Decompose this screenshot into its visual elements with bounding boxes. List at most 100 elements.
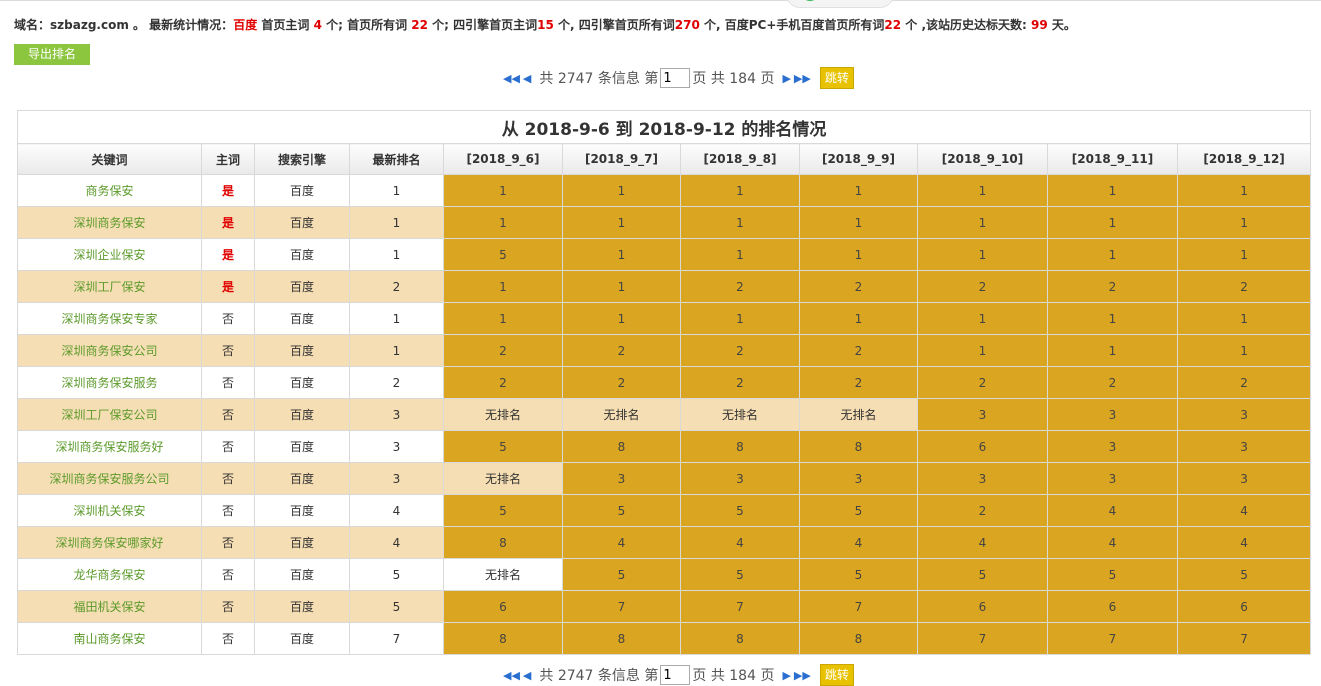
daily-rank-cell: 1 — [917, 238, 1048, 271]
next-page-icon[interactable]: ▶ — [782, 669, 790, 682]
keyword-link[interactable]: 深圳商务保安公司 — [17, 334, 202, 367]
keyword-link[interactable]: 深圳企业保安 — [17, 238, 202, 271]
daily-rank-cell: 5 — [1176, 558, 1312, 591]
ranking-table: 从 2018-9-6 到 2018-9-12 的排名情况 关键词 主词 搜索引擎 最新… — [16, 110, 1312, 655]
latest-rank-cell: 1 — [349, 302, 444, 335]
keyword-link[interactable]: 深圳工厂保安 — [17, 270, 202, 303]
page-number-input[interactable] — [660, 68, 691, 88]
main-keyword-flag: 否 — [201, 526, 255, 559]
keyword-link[interactable]: 深圳商务保安专家 — [17, 302, 202, 335]
main-keyword-flag: 否 — [201, 334, 255, 367]
daily-rank-cell: 2 — [799, 270, 918, 303]
keyword-link[interactable]: 商务保安 — [17, 174, 202, 207]
page-number-input[interactable] — [660, 665, 691, 685]
daily-rank-cell: 2 — [443, 334, 563, 367]
keyword-link[interactable]: 深圳机关保安 — [17, 494, 202, 527]
keyword-link[interactable]: 深圳商务保安服务 — [17, 366, 202, 399]
daily-rank-cell: 2 — [680, 334, 800, 367]
daily-rank-cell: 8 — [562, 622, 681, 655]
daily-rank-cell: 2 — [443, 366, 563, 399]
latest-rank-cell: 3 — [349, 430, 444, 463]
search-engine-cell: 百度 — [254, 174, 350, 207]
keyword-link[interactable]: 龙华商务保安 — [17, 558, 202, 591]
daily-rank-cell: 1 — [680, 174, 800, 207]
first-page-icon[interactable]: ◀◀ — [503, 669, 520, 682]
daily-rank-cell: 1 — [1176, 302, 1312, 335]
prev-page-icon[interactable]: ◀ — [523, 669, 531, 682]
total-pages-text: 页 共 184 页 — [692, 71, 775, 87]
daily-rank-cell: 1 — [1047, 238, 1178, 271]
keyword-link[interactable]: 深圳商务保安服务公司 — [17, 462, 202, 495]
search-engine-cell: 百度 — [254, 206, 350, 239]
pc-mobile-count: 22 — [884, 18, 902, 32]
daily-rank-cell: 2 — [680, 366, 800, 399]
search-engine-cell: 百度 — [254, 622, 350, 655]
daily-rank-cell: 5 — [562, 558, 681, 591]
daily-rank-cell: 5 — [680, 494, 800, 527]
floating-widget[interactable] — [786, 0, 894, 8]
jump-button[interactable]: 跳转 — [819, 67, 854, 89]
daily-rank-cell: 2 — [1176, 366, 1312, 399]
stats-text: 个; 首页所有词 — [321, 18, 412, 32]
latest-rank-cell: 2 — [349, 366, 444, 399]
daily-rank-cell: 1 — [917, 302, 1048, 335]
search-engine-cell: 百度 — [254, 238, 350, 271]
daily-rank-cell: 4 — [1047, 526, 1178, 559]
search-engine-cell: 百度 — [254, 462, 350, 495]
column-header: 主词 — [201, 143, 255, 175]
table-row: 深圳工厂保安是百度 2 1 1 2 2 2 2 2 — [17, 270, 1312, 303]
next-page-icon[interactable]: ▶ — [782, 72, 790, 85]
keyword-link[interactable]: 深圳商务保安哪家好 — [17, 526, 202, 559]
stats-text: 。 最新统计情况： — [128, 18, 234, 32]
daily-rank-cell: 6 — [917, 430, 1048, 463]
search-engine-cell: 百度 — [254, 398, 350, 431]
main-keyword-flag: 否 — [201, 622, 255, 655]
prev-page-icon[interactable]: ◀ — [523, 72, 531, 85]
daily-rank-cell: 2 — [680, 270, 800, 303]
last-page-icon[interactable]: ▶▶ — [794, 72, 811, 85]
daily-rank-cell: 6 — [917, 590, 1048, 623]
daily-rank-cell: 1 — [1176, 206, 1312, 239]
keyword-link[interactable]: 福田机关保安 — [17, 590, 202, 623]
daily-rank-cell: 2 — [799, 366, 918, 399]
column-header: 最新排名 — [349, 143, 444, 175]
main-keyword-flag: 否 — [201, 302, 255, 335]
main-keyword-flag: 是 — [201, 174, 255, 207]
main-keyword-flag: 否 — [201, 558, 255, 591]
stats-text: 个 ,该站历史达标天数: — [901, 18, 1031, 32]
keyword-link[interactable]: 深圳商务保安服务好 — [17, 430, 202, 463]
export-rankings-button[interactable]: 导出排名 — [14, 44, 90, 65]
daily-rank-cell: 6 — [443, 590, 563, 623]
daily-rank-cell: 2 — [917, 366, 1048, 399]
daily-rank-cell: 1 — [917, 174, 1048, 207]
daily-rank-cell: 7 — [562, 590, 681, 623]
main-keyword-flag: 是 — [201, 270, 255, 303]
keyword-link[interactable]: 深圳工厂保安公司 — [17, 398, 202, 431]
daily-rank-cell: 5 — [443, 238, 563, 271]
column-header: [2018_9_7] — [562, 143, 681, 175]
stats-text: 个, 百度PC+手机百度首页所有词 — [699, 18, 885, 32]
daily-rank-cell: 2 — [1047, 270, 1178, 303]
daily-rank-cell: 8 — [799, 622, 918, 655]
stats-text: 个, 四引擎首页所有词 — [553, 18, 675, 32]
daily-rank-cell: 无排名 — [443, 462, 563, 495]
daily-rank-cell: 1 — [680, 238, 800, 271]
daily-rank-cell: 4 — [917, 526, 1048, 559]
jump-button[interactable]: 跳转 — [819, 664, 854, 686]
daily-rank-cell: 1 — [1176, 174, 1312, 207]
main-keyword-flag: 否 — [201, 462, 255, 495]
daily-rank-cell: 无排名 — [443, 558, 563, 591]
first-page-icon[interactable]: ◀◀ — [503, 72, 520, 85]
daily-rank-cell: 7 — [1047, 622, 1178, 655]
last-page-icon[interactable]: ▶▶ — [794, 669, 811, 682]
daily-rank-cell: 2 — [917, 494, 1048, 527]
main-keyword-flag: 是 — [201, 206, 255, 239]
daily-rank-cell: 5 — [917, 558, 1048, 591]
keyword-link[interactable]: 深圳商务保安 — [17, 206, 202, 239]
daily-rank-cell: 1 — [680, 302, 800, 335]
latest-rank-cell: 4 — [349, 494, 444, 527]
table-row: 深圳商务保安哪家好否百度 4 8 4 4 4 4 4 4 — [17, 526, 1312, 559]
latest-rank-cell: 1 — [349, 206, 444, 239]
daily-rank-cell: 2 — [1047, 366, 1178, 399]
keyword-link[interactable]: 南山商务保安 — [17, 622, 202, 655]
